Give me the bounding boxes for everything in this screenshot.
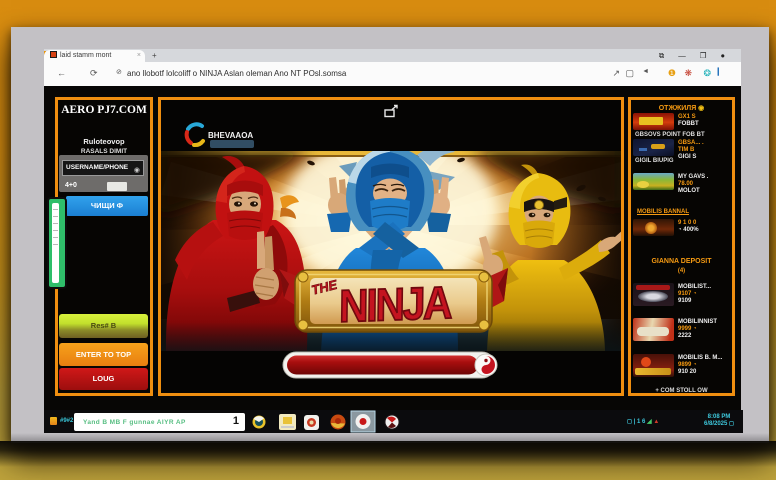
svg-text:NINJA: NINJA	[339, 278, 453, 333]
svg-text:BHEVAAOA: BHEVAAOA	[208, 131, 253, 140]
